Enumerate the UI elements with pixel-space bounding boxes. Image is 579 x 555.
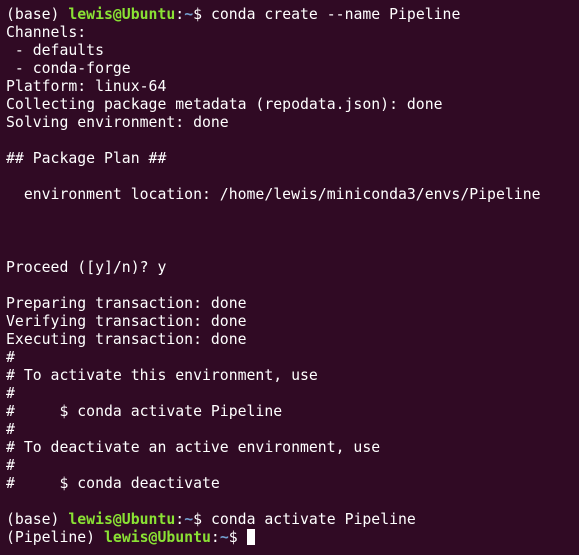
prompt-colon: : — [175, 511, 185, 529]
user-host: lewis@Ubuntu — [68, 511, 176, 529]
terminal-window[interactable]: (base) lewis@Ubuntu:~$ conda create --na… — [0, 0, 579, 555]
output-line: # — [6, 457, 15, 475]
command-text: conda activate Pipeline — [210, 511, 416, 529]
output-line: Channels: — [6, 24, 87, 42]
output-line: - conda-forge — [6, 60, 131, 78]
output-line: Platform: linux-64 — [6, 78, 167, 96]
prompt-line: (base) lewis@Ubuntu:~$ conda activate Pi… — [6, 511, 573, 529]
prompt-colon: : — [175, 6, 185, 23]
output-line: Executing transaction: done — [6, 330, 247, 348]
output-line: Collecting package metadata (repodata.js… — [6, 96, 443, 114]
output-line: environment location: /home/lewis/minico… — [6, 186, 541, 204]
output-line: # — [6, 384, 15, 402]
output-line: # To deactivate an active environment, u… — [6, 439, 381, 457]
env-name: (Pipeline) — [6, 529, 104, 547]
output-line: # $ conda deactivate — [6, 475, 220, 493]
output-line: # $ conda activate Pipeline — [6, 403, 283, 421]
prompt-symbol: $ — [193, 511, 211, 529]
env-name: (base) — [6, 511, 69, 529]
prompt-line: (base) lewis@Ubuntu:~$ conda create --na… — [6, 6, 573, 24]
prompt-path: ~ — [219, 529, 229, 547]
prompt-colon: : — [210, 529, 220, 547]
prompt-path: ~ — [184, 511, 194, 529]
output-line: # To activate this environment, use — [6, 366, 318, 384]
active-prompt-line[interactable]: (Pipeline) lewis@Ubuntu:~$ — [6, 529, 573, 547]
text-cursor — [246, 529, 255, 546]
prompt-symbol: $ — [228, 529, 247, 547]
prompt-symbol: $ — [193, 6, 211, 23]
env-name: (base) — [6, 6, 69, 23]
output-line: Solving environment: done — [6, 114, 229, 132]
output-line: Proceed ([y]/n)? y — [6, 258, 167, 276]
prompt-path: ~ — [184, 6, 194, 23]
user-host: lewis@Ubuntu — [68, 6, 176, 23]
user-host: lewis@Ubuntu — [104, 529, 211, 547]
output-line: # — [6, 421, 15, 439]
output-line: - defaults — [6, 42, 104, 60]
output-line: ## Package Plan ## — [6, 150, 167, 168]
output-line: Preparing transaction: done — [6, 294, 247, 312]
command-text: conda create --name Pipeline — [210, 6, 461, 23]
output-line: Verifying transaction: done — [6, 312, 247, 330]
output-line: # — [6, 348, 15, 366]
